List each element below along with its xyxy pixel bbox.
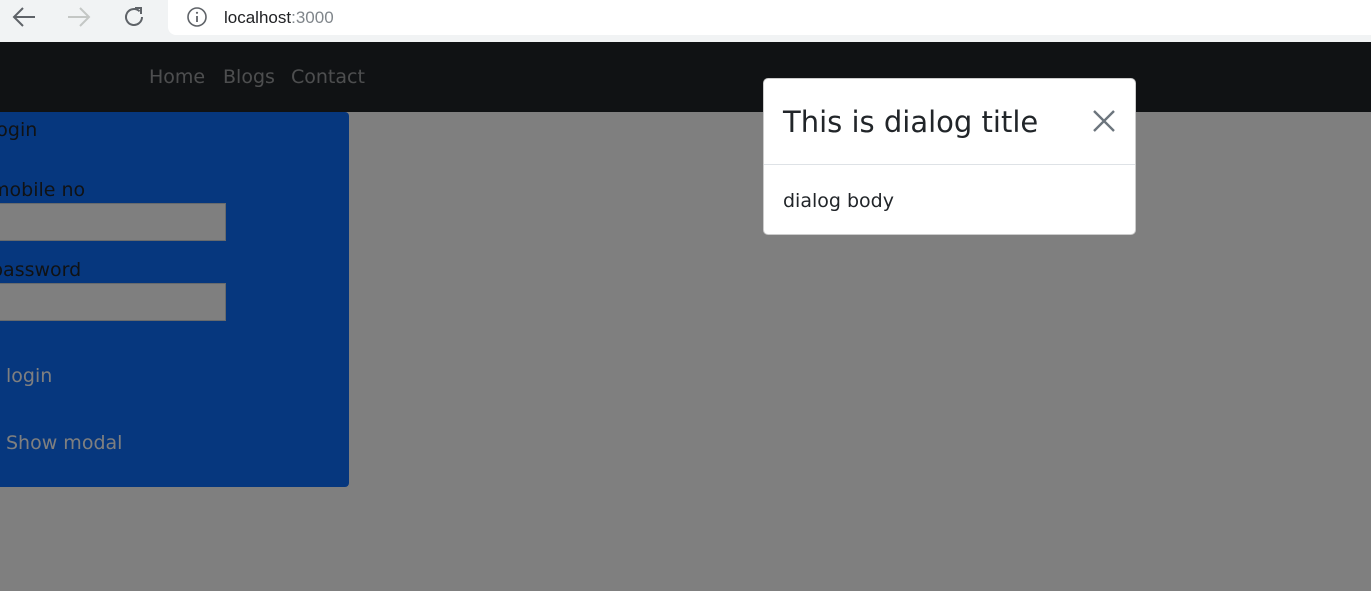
page-viewport: Home Blogs Contact login mobile no passw… <box>0 42 1371 591</box>
dialog-body: dialog body <box>783 190 894 212</box>
back-button[interactable] <box>9 5 39 29</box>
url-text[interactable]: localhost:3000 <box>224 8 334 28</box>
arrow-right-icon <box>68 7 91 27</box>
info-icon[interactable] <box>186 6 208 28</box>
dialog-title: This is dialog title <box>783 105 1039 139</box>
close-button[interactable] <box>1091 108 1117 134</box>
forward-button[interactable] <box>64 5 94 29</box>
reload-icon <box>125 7 143 26</box>
browser-toolbar: localhost:3000 <box>0 0 1371 42</box>
modal-backdrop[interactable] <box>0 42 1371 591</box>
url-host: localhost <box>224 8 292 27</box>
reload-button[interactable] <box>119 5 149 29</box>
address-bar[interactable]: localhost:3000 <box>168 0 1371 35</box>
close-icon <box>1093 110 1115 132</box>
dialog: This is dialog title dialog body <box>763 78 1136 235</box>
dialog-header: This is dialog title <box>764 79 1135 165</box>
arrow-left-icon <box>12 7 35 27</box>
url-port: :3000 <box>291 8 334 27</box>
